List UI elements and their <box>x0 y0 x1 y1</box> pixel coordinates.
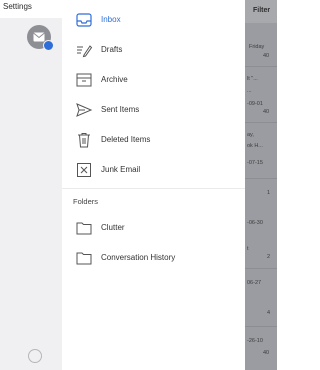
snippet: -06-30 <box>247 220 263 226</box>
folder-label: Drafts <box>101 45 123 54</box>
mail-icon <box>33 32 45 42</box>
account-avatar[interactable] <box>27 25 54 51</box>
folder-item-archive[interactable]: Archive <box>62 66 245 94</box>
snippet: 1 <box>267 190 271 196</box>
folder-label: Archive <box>101 75 128 84</box>
status-bar: Settings <box>0 0 62 18</box>
drafts-icon <box>77 45 93 58</box>
folder-label: Junk Email <box>101 165 141 174</box>
snippet: Friday <box>249 44 265 50</box>
folder-icon <box>76 252 92 265</box>
status-bar-text: Settings <box>3 2 32 11</box>
folder-label: Inbox <box>101 15 121 24</box>
row-separator <box>245 268 277 269</box>
account-rail: Settings <box>0 0 62 370</box>
snippet: 06-27 <box>247 280 262 286</box>
snippet: t <box>247 246 249 252</box>
row-separator <box>245 326 277 327</box>
folder-item-sent[interactable]: Sent Items <box>62 96 245 124</box>
folders-section-header: Folders <box>73 197 99 206</box>
row-separator <box>245 122 277 123</box>
folder-item-deleted[interactable]: Deleted Items <box>62 126 245 154</box>
folder-label: Conversation History <box>101 253 176 262</box>
snippet: -09-01 <box>247 101 263 107</box>
snippet: 2 <box>267 254 271 260</box>
account-badge <box>43 40 54 51</box>
snippet: ... <box>247 88 252 94</box>
folder-item-junk[interactable]: Junk Email <box>62 156 245 184</box>
snippet: ay, <box>247 132 254 138</box>
folder-drawer: Inbox Drafts Archive Sent Items Deleted … <box>62 0 245 370</box>
junk-icon <box>77 163 91 177</box>
folder-item-clutter[interactable]: Clutter <box>62 214 245 242</box>
folder-icon <box>76 222 92 235</box>
folder-item-conversation-history[interactable]: Conversation History <box>62 244 245 272</box>
archive-icon <box>76 73 92 87</box>
folder-item-inbox[interactable]: Inbox <box>62 6 245 34</box>
snippet: -26-10 <box>247 338 263 344</box>
folder-label: Sent Items <box>101 105 140 114</box>
inbox-icon <box>76 13 92 27</box>
filter-button[interactable]: Filter <box>245 0 277 23</box>
snippet: ok H... <box>247 143 263 149</box>
sent-icon <box>76 103 93 117</box>
snippet: -07-15 <box>247 160 263 166</box>
section-divider <box>62 188 245 189</box>
row-separator <box>245 178 277 179</box>
snippet: 40 <box>263 109 270 115</box>
snippet: 4 <box>267 310 271 316</box>
snippet: 40 <box>263 53 270 59</box>
trash-icon <box>78 133 90 148</box>
row-separator <box>245 66 277 67</box>
snippet: 40 <box>263 350 270 356</box>
snippet: lt "... <box>247 76 258 82</box>
message-list-overlay[interactable]: Filter Friday 40 lt "... ... -09-01 40 a… <box>245 0 277 370</box>
folder-label: Clutter <box>101 223 125 232</box>
help-icon[interactable] <box>28 349 42 363</box>
folder-label: Deleted Items <box>101 135 151 144</box>
folder-item-drafts[interactable]: Drafts <box>62 36 245 64</box>
